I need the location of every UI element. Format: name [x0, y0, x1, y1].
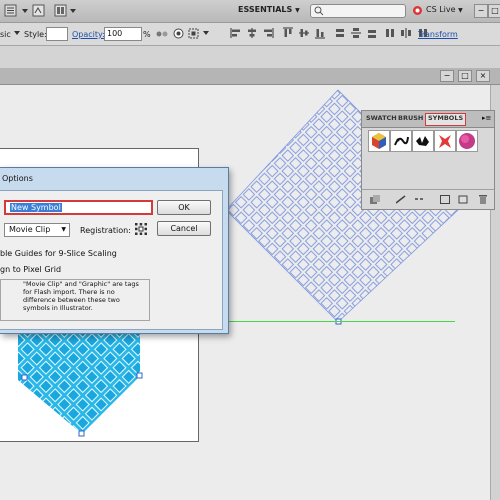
registration-grid-icon[interactable] [134, 222, 148, 238]
symbol-options-dialog: Options New Symbol OK Cancel Movie Clip … [0, 167, 229, 334]
trash-icon[interactable] [478, 194, 488, 206]
selection-handle[interactable] [78, 430, 85, 437]
symbol-type-select[interactable]: Movie Clip ▼ [4, 223, 70, 237]
symbol-thumb[interactable] [456, 130, 478, 152]
symbol-libraries-icon[interactable] [370, 195, 380, 206]
symbol-thumb[interactable] [434, 130, 456, 152]
note-line: symbols in Illustrator. [23, 304, 93, 312]
panel-footer [362, 189, 494, 210]
note-line: difference between these two [23, 296, 120, 304]
symbols-panel: SWATCH BRUSH SYMBOLS ▸≡ [361, 110, 495, 210]
registration-label: Registration: [80, 226, 131, 235]
note-line: "Movie Clip" and "Graphic" are tags [23, 280, 139, 288]
symbol-type-value: Movie Clip [9, 225, 51, 234]
place-symbol-icon[interactable] [395, 195, 406, 206]
symbol-thumb[interactable] [368, 130, 390, 152]
tab-brushes[interactable]: BRUSH [398, 114, 423, 125]
selection-handle[interactable] [136, 372, 143, 379]
new-symbol-icon[interactable] [458, 195, 468, 206]
symbol-thumb[interactable] [412, 130, 434, 152]
smart-guide [225, 321, 455, 322]
chevron-down-icon: ▼ [61, 226, 66, 233]
nine-slice-guides-checkbox[interactable]: ble Guides for 9-Slice Scaling [0, 249, 117, 258]
align-pixel-grid-checkbox[interactable]: gn to Pixel Grid [0, 265, 61, 274]
tab-symbols[interactable]: SYMBOLS [425, 113, 467, 126]
break-link-icon[interactable] [414, 195, 424, 206]
dialog-body: New Symbol OK Cancel Movie Clip ▼ Regist… [0, 190, 223, 330]
panel-menu-icon[interactable]: ▸≡ [482, 114, 491, 122]
symbol-options-icon[interactable] [440, 195, 450, 206]
note-line: for Flash import. There is no [23, 288, 115, 296]
symbol-name-field[interactable]: New Symbol [4, 200, 153, 215]
symbol-name-value: New Symbol [10, 203, 62, 212]
cancel-button[interactable]: Cancel [157, 221, 211, 236]
dialog-title: Options [2, 174, 33, 183]
selected-filled-diamond[interactable] [18, 332, 140, 434]
selection-handle[interactable] [21, 374, 28, 381]
info-note: "Movie Clip" and "Graphic" are tags for … [0, 279, 150, 321]
symbol-thumb[interactable] [390, 130, 412, 152]
tab-swatches[interactable]: SWATCH [366, 114, 397, 125]
ok-button[interactable]: OK [157, 200, 211, 215]
